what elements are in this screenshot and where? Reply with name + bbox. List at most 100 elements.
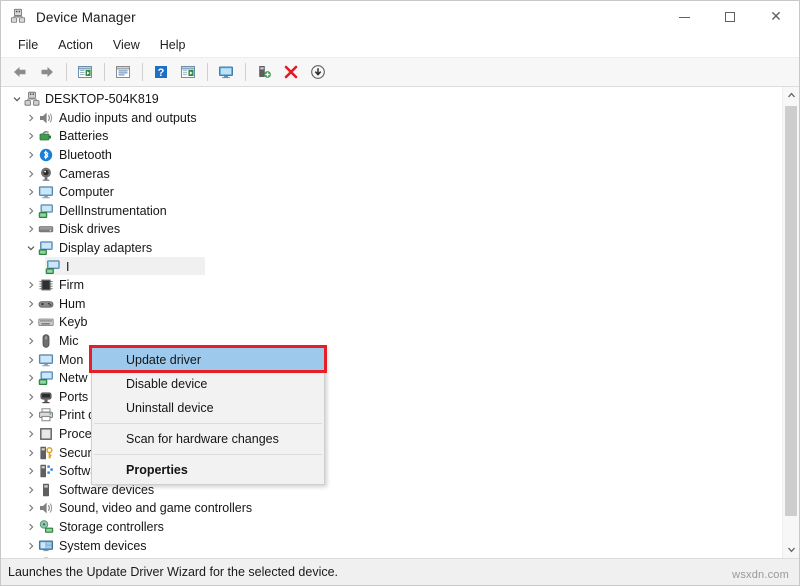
context-menu-item-uninstall-device[interactable]: Uninstall device	[92, 396, 324, 420]
menu-bar: File Action View Help	[1, 33, 799, 57]
tree-node-sound-video-game-controllers[interactable]: Sound, video and game controllers	[1, 499, 782, 518]
chevron-right-icon[interactable]	[23, 165, 38, 183]
tree-node-display-adapters[interactable]: Display adapters	[1, 239, 782, 258]
tree-node-computer[interactable]: Computer	[1, 183, 782, 202]
tree-node-system-devices[interactable]: System devices	[1, 536, 782, 555]
properties-button[interactable]	[110, 60, 136, 84]
forward-button[interactable]	[34, 60, 60, 84]
scroll-down-button[interactable]	[783, 541, 799, 558]
chevron-right-icon[interactable]	[23, 369, 38, 387]
menu-item-action[interactable]: Action	[49, 36, 102, 54]
tree-node-batteries[interactable]: Batteries	[1, 127, 782, 146]
tree-node-label: Storage controllers	[59, 519, 164, 535]
display-adapter-icon	[38, 240, 54, 256]
tree-node-dellinstrumentation[interactable]: DellInstrumentation	[1, 202, 782, 221]
toolbar-separator	[142, 63, 143, 81]
device-manager-icon	[10, 8, 28, 26]
show-hide-console-tree-button[interactable]	[72, 60, 98, 84]
speaker-icon	[38, 500, 54, 516]
device-tree: DESKTOP-504K819 Audio inputs and outputs	[1, 87, 782, 558]
context-menu-item-scan-for-hardware-changes[interactable]: Scan for hardware changes	[92, 427, 324, 451]
chevron-right-icon[interactable]	[23, 425, 38, 443]
tree-node-disk-drives[interactable]: Disk drives	[1, 220, 782, 239]
status-message: Launches the Update Driver Wizard for th…	[1, 565, 338, 579]
menu-item-file[interactable]: File	[9, 36, 47, 54]
chevron-right-icon[interactable]	[23, 332, 38, 350]
disable-device-icon	[310, 64, 326, 80]
network-monitor-icon	[38, 203, 54, 219]
back-icon	[12, 64, 28, 80]
tree-node-audio-inputs-and-outputs[interactable]: Audio inputs and outputs	[1, 109, 782, 128]
show-hide-console-tree-icon	[77, 64, 93, 80]
chevron-down-icon[interactable]	[23, 239, 38, 257]
chevron-right-icon[interactable]	[23, 444, 38, 462]
chevron-right-icon[interactable]	[23, 499, 38, 517]
scroll-up-button[interactable]	[783, 87, 799, 104]
tree-node-label: DESKTOP-504K819	[45, 91, 159, 107]
back-button[interactable]	[7, 60, 33, 84]
chevron-right-icon[interactable]	[23, 183, 38, 201]
tree-node-label: Cameras	[59, 166, 110, 182]
chevron-right-icon[interactable]	[23, 202, 38, 220]
tree-node-human-interface-devices[interactable]: Hum	[1, 295, 782, 314]
chevron-right-icon[interactable]	[23, 220, 38, 238]
tree-node-firmware[interactable]: Firm	[1, 276, 782, 295]
close-button[interactable]: ✕	[753, 1, 799, 33]
tree-node-bluetooth[interactable]: Bluetooth	[1, 146, 782, 165]
tree-node-label: Sound, video and game controllers	[59, 500, 252, 516]
tree-node-label: Disk drives	[59, 221, 120, 237]
context-menu-item-update-driver[interactable]: Update driver	[92, 348, 324, 372]
printer-icon	[38, 407, 54, 423]
chevron-right-icon[interactable]	[23, 276, 38, 294]
scrollbar-thumb[interactable]	[785, 106, 797, 516]
context-menu-item-disable-device[interactable]: Disable device	[92, 372, 324, 396]
tree-node-cameras[interactable]: Cameras	[1, 164, 782, 183]
chevron-right-icon[interactable]	[23, 127, 38, 145]
system-device-icon	[38, 538, 54, 554]
window-title: Device Manager	[36, 10, 136, 25]
tree-node-label: I	[66, 259, 69, 275]
tree-node-root[interactable]: DESKTOP-504K819	[1, 90, 782, 109]
chevron-right-icon[interactable]	[23, 537, 38, 555]
chevron-right-icon[interactable]	[23, 295, 38, 313]
tree-node-keyboards[interactable]: Keyb	[1, 313, 782, 332]
tree-node-label: Batteries	[59, 128, 108, 144]
tree-node-label: Mon	[59, 352, 83, 368]
chevron-right-icon[interactable]	[23, 146, 38, 164]
chevron-right-icon[interactable]	[23, 518, 38, 536]
software-device-icon	[38, 482, 54, 498]
uninstall-device-button[interactable]	[278, 60, 304, 84]
scan-for-hardware-changes-button[interactable]	[251, 60, 277, 84]
display-button[interactable]	[213, 60, 239, 84]
disable-device-button[interactable]	[305, 60, 331, 84]
tree-node-label: Keyb	[59, 314, 88, 330]
display-adapter-icon	[45, 259, 61, 275]
chevron-right-icon[interactable]	[23, 406, 38, 424]
tree-node-display-device[interactable]: I	[1, 257, 782, 276]
maximize-icon	[725, 12, 735, 22]
context-menu-item-properties[interactable]: Properties	[92, 458, 324, 482]
tree-node-label: Display adapters	[59, 240, 152, 256]
chevron-down-icon[interactable]	[9, 90, 24, 108]
menu-item-help[interactable]: Help	[151, 36, 195, 54]
scrollbar-track[interactable]	[783, 104, 799, 541]
chevron-right-icon[interactable]	[23, 481, 38, 499]
tree-node-storage-controllers[interactable]: Storage controllers	[1, 518, 782, 537]
context-menu: Update driver Disable device Uninstall d…	[91, 346, 325, 485]
maximize-button[interactable]	[707, 1, 753, 33]
vertical-scrollbar[interactable]	[782, 87, 799, 558]
chevron-right-icon[interactable]	[23, 351, 38, 369]
minimize-button[interactable]	[661, 1, 707, 33]
chevron-right-icon[interactable]	[23, 388, 38, 406]
chevron-right-icon[interactable]	[23, 462, 38, 480]
bluetooth-icon	[38, 147, 54, 163]
chevron-right-icon[interactable]	[23, 313, 38, 331]
tree-node-label: Firm	[59, 277, 84, 293]
update-driver-button[interactable]	[175, 60, 201, 84]
menu-item-view[interactable]: View	[104, 36, 149, 54]
title-bar: Device Manager ✕	[1, 1, 799, 33]
chevron-right-icon[interactable]	[23, 109, 38, 127]
close-icon: ✕	[770, 10, 782, 24]
context-menu-separator	[94, 454, 322, 455]
help-button[interactable]: ?	[148, 60, 174, 84]
